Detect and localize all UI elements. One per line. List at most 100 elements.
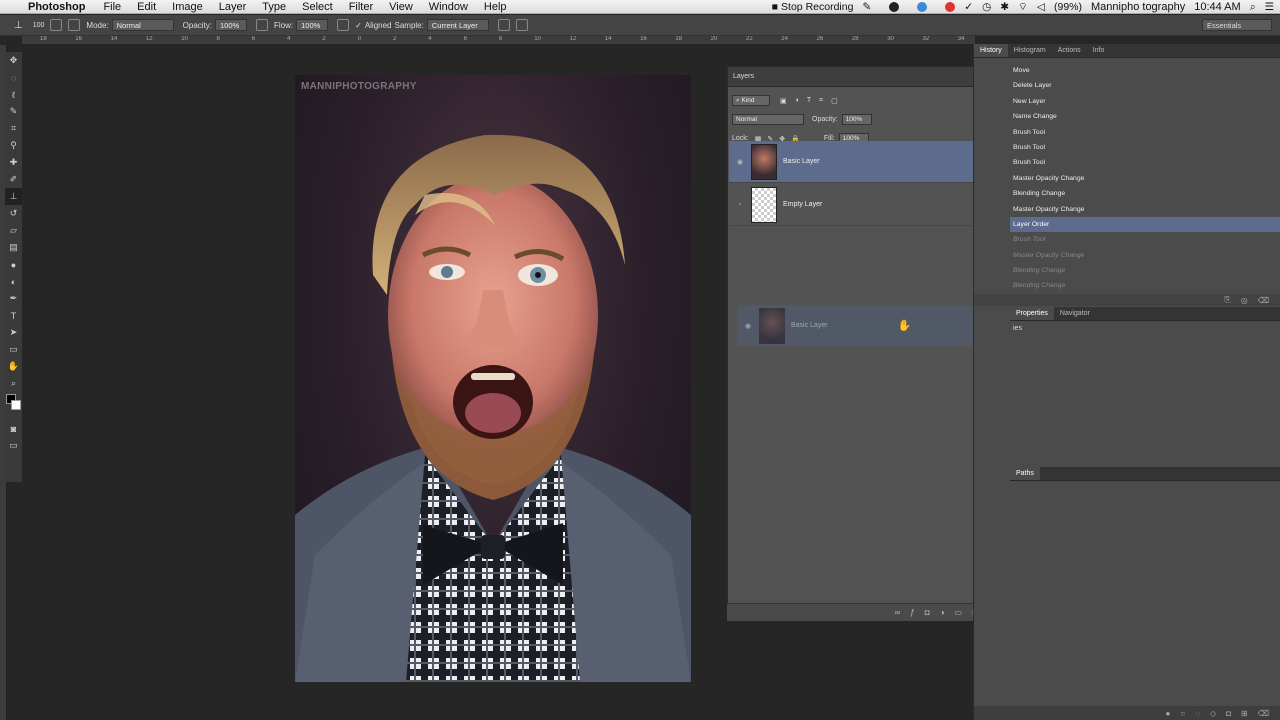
quick-mask-icon[interactable]: ◙ [5, 420, 22, 437]
tab-paths[interactable]: Paths [1010, 467, 1040, 480]
stroke-path-icon[interactable]: ○ [1180, 709, 1185, 718]
stop-icon[interactable]: ■ [772, 1, 778, 13]
history-step-undone[interactable]: Blending Change [1010, 278, 1280, 293]
bluetooth-icon[interactable]: ✱ [1000, 1, 1009, 13]
brush-tool-icon[interactable]: ✐ [5, 171, 22, 188]
visibility-toggle[interactable]: ▫ [729, 201, 751, 208]
snapshot-icon[interactable]: ◎ [1241, 296, 1248, 305]
quick-select-tool-icon[interactable]: ✎ [5, 103, 22, 120]
layer-style-icon[interactable]: ƒ [910, 608, 914, 617]
gradient-tool-icon[interactable]: ▤ [5, 239, 22, 256]
crop-tool-icon[interactable]: ⌗ [5, 120, 22, 137]
load-selection-icon[interactable]: ◌ [1195, 709, 1200, 718]
color-swatches[interactable] [5, 392, 22, 420]
new-document-icon[interactable]: ⎘ [1224, 295, 1230, 305]
layer-name[interactable]: Empty Layer [783, 201, 822, 208]
marquee-tool-icon[interactable]: ◌ [5, 69, 22, 86]
hand-tool-icon[interactable]: ✋ [5, 358, 22, 375]
menu-image[interactable]: Image [172, 1, 203, 13]
menu-window[interactable]: Window [429, 1, 468, 13]
link-layers-icon[interactable]: ∞ [895, 608, 901, 617]
tab-histogram[interactable]: Histogram [1008, 44, 1052, 57]
clock-time[interactable]: 10:44 AM [1194, 1, 1240, 13]
user-name[interactable]: Mannipho tography [1091, 1, 1185, 13]
clone-stamp-tool-icon[interactable]: ⊥ [5, 188, 22, 205]
clone-source-icon[interactable] [68, 19, 81, 31]
layer-row-basic[interactable]: ◉ Basic Layer [729, 141, 1001, 183]
history-step[interactable]: Brush Tool [1010, 155, 1280, 170]
kind-filter-select[interactable]: ⌕ Kind [732, 95, 770, 106]
menu-select[interactable]: Select [302, 1, 333, 13]
background-color[interactable] [11, 400, 21, 410]
fill-path-icon[interactable]: ● [1166, 709, 1171, 718]
flow-input[interactable]: 100% [296, 19, 329, 31]
history-step[interactable]: Master Opacity Change [1010, 171, 1280, 186]
blur-tool-icon[interactable]: ● [5, 256, 22, 273]
history-step[interactable]: Master Opacity Change [1010, 202, 1280, 217]
history-brush-tool-icon[interactable]: ↺ [5, 205, 22, 222]
dodge-tool-icon[interactable]: ◐ [5, 273, 22, 290]
menu-layer[interactable]: Layer [219, 1, 247, 13]
layer-opacity-input[interactable]: 100% [841, 114, 872, 125]
menu-type[interactable]: Type [262, 1, 286, 13]
eraser-tool-icon[interactable]: ▱ [5, 222, 22, 239]
history-step-undone[interactable]: Master Opacity Change [1010, 248, 1280, 263]
zoom-tool-icon[interactable]: ⌕ [5, 375, 22, 392]
delete-state-icon[interactable]: ⌫ [1258, 296, 1269, 305]
visibility-eye-icon[interactable]: ◉ [729, 158, 751, 166]
app-name[interactable]: Photoshop [28, 1, 85, 13]
stamp-tool-icon[interactable]: ⊥ [14, 20, 23, 31]
move-tool-icon[interactable]: ✥ [5, 52, 22, 69]
mode-select[interactable]: Normal [111, 19, 174, 31]
tab-properties[interactable]: Properties [1010, 307, 1054, 320]
history-step-undone[interactable]: Brush Tool [1010, 232, 1280, 247]
pen-icon[interactable]: ✎ [862, 1, 871, 13]
wifi-icon[interactable]: ⌔ [1018, 0, 1028, 14]
brush-panel-icon[interactable] [50, 19, 63, 31]
eyedropper-tool-icon[interactable]: ⚲ [5, 137, 22, 154]
layer-name[interactable]: Basic Layer [783, 158, 820, 165]
ignore-adjustment-icon[interactable] [497, 19, 510, 31]
blend-mode-select[interactable]: Normal [732, 114, 804, 125]
search-icon[interactable]: ⌕ [1250, 1, 1256, 14]
menu-file[interactable]: File [103, 1, 121, 13]
opacity-input[interactable]: 100% [214, 19, 247, 31]
status-icon[interactable] [936, 1, 956, 13]
menu-edit[interactable]: Edit [137, 1, 156, 13]
new-group-icon[interactable]: ▭ [954, 608, 962, 617]
lasso-tool-icon[interactable]: ℓ [5, 86, 22, 103]
smart-filter-icon[interactable]: ▢ [831, 97, 838, 105]
history-step[interactable]: Brush Tool [1010, 140, 1280, 155]
layer-row-empty[interactable]: ▫ Empty Layer [729, 184, 1001, 226]
type-tool-icon[interactable]: T [5, 307, 22, 324]
history-step[interactable]: Move [1010, 63, 1280, 78]
layers-title[interactable]: Layers [733, 73, 754, 80]
document-image[interactable]: MANNIPHOTOGRAPHY [295, 75, 691, 682]
battery-text[interactable]: (99%) [1054, 1, 1082, 13]
pressure-size-icon[interactable] [515, 19, 528, 31]
aligned-checkbox[interactable]: ✓ [355, 21, 362, 30]
pen-tool-icon[interactable]: ✒ [5, 290, 22, 307]
history-step[interactable]: Delete Layer [1010, 78, 1280, 93]
history-step[interactable]: Brush Tool [1010, 125, 1280, 140]
history-step-selected[interactable]: Layer Order [1010, 216, 1280, 233]
pressure-opacity-icon[interactable] [255, 19, 268, 31]
airbrush-icon[interactable] [337, 19, 350, 31]
screen-mode-icon[interactable]: ▭ [5, 437, 22, 454]
tab-actions[interactable]: Actions [1052, 44, 1087, 57]
menu-filter[interactable]: Filter [349, 1, 373, 13]
sample-select[interactable]: Current Layer [426, 19, 489, 31]
pixel-filter-icon[interactable]: ▣ [780, 97, 787, 105]
history-step[interactable]: New Layer [1010, 94, 1280, 109]
type-filter-icon[interactable]: T [807, 97, 811, 104]
menu-help[interactable]: Help [484, 1, 507, 13]
history-step[interactable]: Blending Change [1010, 186, 1280, 201]
add-mask-icon[interactable]: ◘ [925, 608, 930, 617]
make-path-icon[interactable]: ◇ [1210, 709, 1216, 718]
tab-navigator[interactable]: Navigator [1054, 307, 1096, 320]
add-mask-icon[interactable]: ◘ [1226, 709, 1231, 718]
new-adjustment-icon[interactable]: ◑ [940, 608, 945, 617]
workspace-select[interactable]: Essentials [1202, 19, 1272, 31]
stop-recording[interactable]: Stop Recording [781, 1, 853, 13]
history-step-undone[interactable]: Blending Change [1010, 263, 1280, 278]
